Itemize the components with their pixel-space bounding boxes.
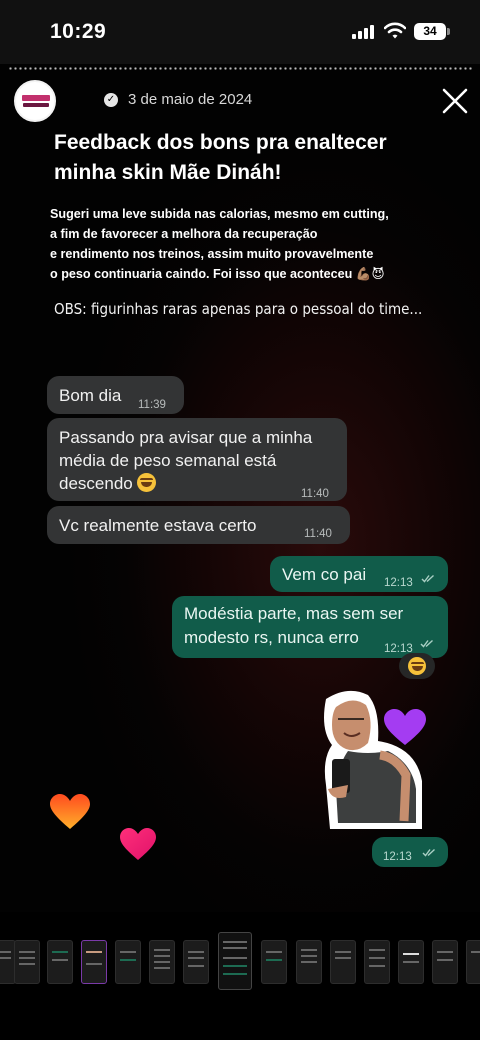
story-title: Feedback dos bons pra enaltecer minha sk… bbox=[54, 131, 387, 184]
avatar-logo-subline bbox=[23, 103, 49, 107]
story-body-line: Sugeri uma leve subida nas calorias, mes… bbox=[50, 207, 389, 221]
story-date: 3 de maio de 2024 bbox=[128, 91, 253, 108]
story-thumbnail-icon[interactable] bbox=[81, 940, 107, 984]
story-viewer[interactable]: ✓ 3 de maio de 2024 Feedback dos bons pr… bbox=[0, 64, 480, 912]
story-progress-bar bbox=[8, 67, 472, 70]
cellular-signal-icon bbox=[352, 25, 374, 39]
message-time: 11:40 bbox=[301, 488, 329, 500]
story-thumbnail-icon[interactable] bbox=[398, 940, 424, 984]
message-time: 12:13 bbox=[383, 851, 412, 863]
status-time: 10:29 bbox=[50, 20, 107, 43]
message-text: Passando pra avisar que a minha média de… bbox=[59, 428, 313, 493]
story-thumbnail-icon[interactable] bbox=[14, 940, 40, 984]
story-note: OBS: figurinhas raras apenas para o pess… bbox=[54, 300, 423, 318]
story-thumbnail-icon[interactable] bbox=[296, 940, 322, 984]
incoming-message: Bom dia 11:39 bbox=[47, 376, 184, 414]
story-thumbnail-icon[interactable] bbox=[330, 940, 356, 984]
message-time: 11:40 bbox=[304, 528, 332, 540]
story-thumbnail-icon[interactable] bbox=[364, 940, 390, 984]
incoming-message: Vc realmente estava certo 11:40 bbox=[47, 506, 350, 544]
story-thumbnail-icon[interactable] bbox=[115, 940, 141, 984]
story-thumbnail-icon[interactable] bbox=[183, 940, 209, 984]
message-text: Vc realmente estava certo bbox=[59, 516, 257, 535]
story-thumbnails bbox=[0, 928, 480, 992]
story-thumbnail-icon[interactable] bbox=[47, 940, 73, 984]
laughing-emoji-icon bbox=[137, 473, 157, 492]
verified-badge-icon: ✓ bbox=[104, 93, 118, 107]
story-thumbnail-icon[interactable] bbox=[149, 940, 175, 984]
message-time: 12:13 bbox=[384, 577, 413, 589]
pink-heart-icon bbox=[120, 828, 156, 860]
message-time: 11:39 bbox=[138, 399, 166, 411]
status-bar: 10:29 34 bbox=[0, 0, 480, 64]
avatar[interactable] bbox=[14, 80, 56, 122]
close-icon[interactable] bbox=[440, 86, 470, 116]
message-text: Bom dia bbox=[59, 386, 122, 405]
story-thumbnail-icon[interactable] bbox=[218, 932, 252, 990]
story-thumbnail-icon[interactable] bbox=[261, 940, 287, 984]
outgoing-message: Vem co pai 12:13 bbox=[270, 556, 448, 592]
double-check-icon bbox=[422, 848, 435, 857]
laughing-emoji-icon bbox=[408, 657, 426, 675]
double-check-icon bbox=[421, 574, 434, 583]
avatar-logo-mark bbox=[22, 95, 50, 101]
wifi-icon bbox=[384, 22, 406, 39]
battery-indicator: 34 bbox=[414, 23, 446, 40]
story-thumbnail-icon[interactable] bbox=[432, 940, 458, 984]
double-check-icon bbox=[420, 639, 433, 648]
outgoing-message: Modéstia parte, mas sem ser modesto rs, … bbox=[172, 596, 448, 658]
message-reaction bbox=[399, 653, 435, 679]
message-text: Vem co pai bbox=[282, 565, 367, 584]
outgoing-sticker-timestamp: 12:13 bbox=[372, 837, 448, 867]
story-body-line: a fim de favorecer a melhora da recupera… bbox=[50, 227, 318, 241]
story-body-line: e rendimento nos treinos, assim muito pr… bbox=[50, 247, 374, 261]
message-text: Modéstia parte, mas sem ser modesto rs, … bbox=[184, 604, 404, 647]
story-thumbnail-icon[interactable] bbox=[466, 940, 480, 984]
orange-heart-icon bbox=[50, 794, 90, 829]
bottom-bar bbox=[0, 992, 480, 1040]
purple-heart-icon bbox=[384, 709, 426, 745]
battery-tip bbox=[447, 28, 450, 35]
story-body-line: o peso continuaria caindo. Foi isso que … bbox=[50, 267, 385, 281]
story-body: Sugeri uma leve subida nas calorias, mes… bbox=[50, 204, 450, 284]
incoming-message: Passando pra avisar que a minha média de… bbox=[47, 418, 347, 501]
